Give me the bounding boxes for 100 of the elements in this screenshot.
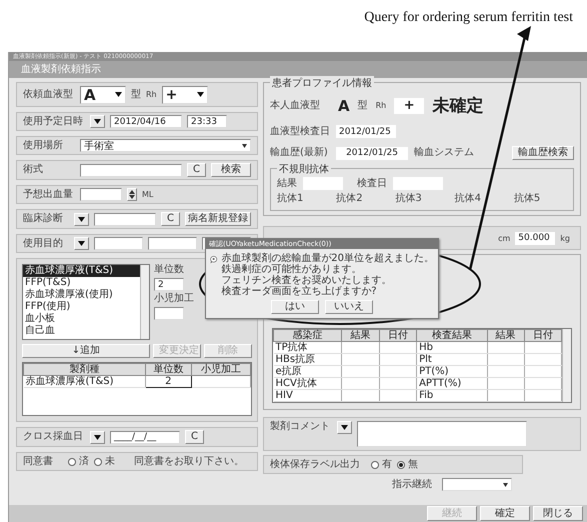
field-label: 使用場所 xyxy=(23,140,64,152)
table-cell: HIV xyxy=(274,390,342,402)
field-label: 結果 xyxy=(277,178,297,190)
field-label: 依頼血液型 xyxy=(23,88,74,100)
date-value xyxy=(393,177,443,190)
table-cell: TP抗体 xyxy=(274,342,342,354)
table-cell: Fib xyxy=(416,390,488,402)
product-list[interactable]: 赤血球濃厚液(T&S) FFP(T&S) 赤血球濃厚液(使用) FFP(使用) 血小板 自己血 xyxy=(22,264,150,340)
radio-option[interactable]: 無 xyxy=(397,458,418,470)
table-cell: Hb xyxy=(416,342,488,354)
field-label: 輸血歴(最新) xyxy=(270,147,329,159)
caret-icon xyxy=(503,482,508,486)
search-button[interactable]: 検索 xyxy=(211,163,251,177)
caret-icon xyxy=(94,434,101,440)
blood-type-value: A xyxy=(338,96,350,114)
spinner-button[interactable] xyxy=(127,188,137,201)
date-field[interactable]: ____/__/__ xyxy=(110,430,180,444)
field-label: 検体保存ラベル出力 xyxy=(270,458,361,470)
footer-button[interactable]: 確定 xyxy=(480,506,530,521)
table-cell: 2 xyxy=(145,376,192,388)
field-label: 抗体2 xyxy=(336,193,364,205)
scrollbar[interactable] xyxy=(140,265,149,339)
field-label: 検査日 xyxy=(357,178,387,190)
register-diagnosis-button[interactable]: 病名新規登録 xyxy=(185,212,251,226)
table-cell: e抗原 xyxy=(274,366,342,378)
field-label: 小児加工 xyxy=(154,293,194,305)
notice-text: 同意書をお取り下さい。 xyxy=(134,456,244,468)
list-item[interactable]: 赤血球濃厚液(T&S) xyxy=(23,265,140,277)
column-header: 感染症 xyxy=(274,330,342,342)
bleeding-amount-field[interactable] xyxy=(80,188,122,201)
caret-icon xyxy=(115,92,122,97)
caret-icon xyxy=(242,144,247,148)
field-label: 予想出血量 xyxy=(23,188,74,200)
field-label: 抗体1 xyxy=(277,193,304,205)
units-field[interactable]: 2 xyxy=(154,278,184,291)
field-label: 抗体3 xyxy=(395,193,423,205)
action-button[interactable]: ↓追加 xyxy=(22,344,150,358)
scrollbar[interactable] xyxy=(562,329,571,402)
group-title: 不規則抗体 xyxy=(277,162,331,176)
column-header: 製剤種 xyxy=(24,364,146,376)
status-value: 未確定 xyxy=(432,95,484,117)
column-header: 結果 xyxy=(342,330,380,342)
table-cell: 赤血球濃厚液(T&S) xyxy=(24,376,146,388)
time-field[interactable]: 23:33 xyxy=(187,115,227,128)
table-cell: HBs抗原 xyxy=(274,354,342,366)
purpose-field[interactable] xyxy=(148,237,197,250)
dropdown-button[interactable] xyxy=(74,237,89,250)
table-cell: PT(%) xyxy=(416,366,488,378)
column-header: 結果 xyxy=(487,330,524,342)
procedure-field[interactable] xyxy=(80,164,182,176)
column-header: 検査結果 xyxy=(416,330,488,342)
caret-icon xyxy=(78,241,85,246)
radio-option[interactable]: 済 xyxy=(68,456,89,468)
date-field[interactable]: 2012/04/16 xyxy=(110,115,182,128)
transfusion-history-button[interactable]: 輸血歴検索 xyxy=(512,146,574,160)
field-label: 本人血液型 xyxy=(270,100,321,112)
caret-icon xyxy=(196,92,204,97)
rh-select[interactable]: + xyxy=(162,86,208,104)
field-label: 術式 xyxy=(23,164,44,176)
field-label: 臨床診断 xyxy=(23,213,64,225)
field-label: 同意書 xyxy=(23,456,54,468)
dropdown-button[interactable] xyxy=(90,115,105,128)
date-value: 2012/01/25 xyxy=(336,125,396,138)
unit-label: ML xyxy=(142,190,154,199)
field-label: 輸血システム xyxy=(414,147,474,159)
place-select[interactable]: 手術室 xyxy=(80,139,251,152)
field-label: 型 xyxy=(358,100,368,112)
caret-icon xyxy=(341,425,348,430)
footer-button[interactable]: 閉じる xyxy=(533,506,583,521)
field-label: 使用目的 xyxy=(23,238,64,250)
diagnosis-field[interactable] xyxy=(94,212,156,226)
dropdown-button[interactable] xyxy=(90,430,105,444)
unit-label: cm xyxy=(498,234,510,242)
clear-button[interactable]: C xyxy=(185,430,204,444)
continuation-select[interactable] xyxy=(442,478,512,491)
field-label: 型 xyxy=(131,88,141,100)
column-header: 日付 xyxy=(524,330,562,342)
spinner-icon xyxy=(129,190,135,199)
caret-icon xyxy=(78,216,85,222)
field-label: 抗体5 xyxy=(514,193,542,205)
table-cell: HCV抗体 xyxy=(274,378,342,390)
field-label: 使用予定日時 xyxy=(23,116,84,128)
dropdown-button[interactable] xyxy=(337,421,352,434)
field-label: 抗体4 xyxy=(454,193,482,205)
clear-button[interactable]: C xyxy=(187,163,206,177)
weight-value: 50.000 xyxy=(515,232,556,244)
date-value: 2012/01/25 xyxy=(336,146,408,160)
clear-button[interactable]: C xyxy=(161,212,180,226)
radio-option[interactable]: 未 xyxy=(94,456,115,468)
dropdown-button[interactable] xyxy=(74,212,89,226)
blood-type-select[interactable]: A xyxy=(80,86,126,104)
column-header: 日付 xyxy=(379,330,417,342)
radio-option[interactable]: 有 xyxy=(371,458,392,470)
field-label: 製剤コメント xyxy=(270,421,331,433)
comment-field[interactable] xyxy=(357,421,527,447)
rh-value: + xyxy=(394,98,424,114)
result-value xyxy=(303,177,343,190)
group-title: 患者プロファイル情報 xyxy=(270,76,374,90)
pediatric-field[interactable] xyxy=(154,307,184,320)
purpose-field[interactable] xyxy=(94,237,143,250)
